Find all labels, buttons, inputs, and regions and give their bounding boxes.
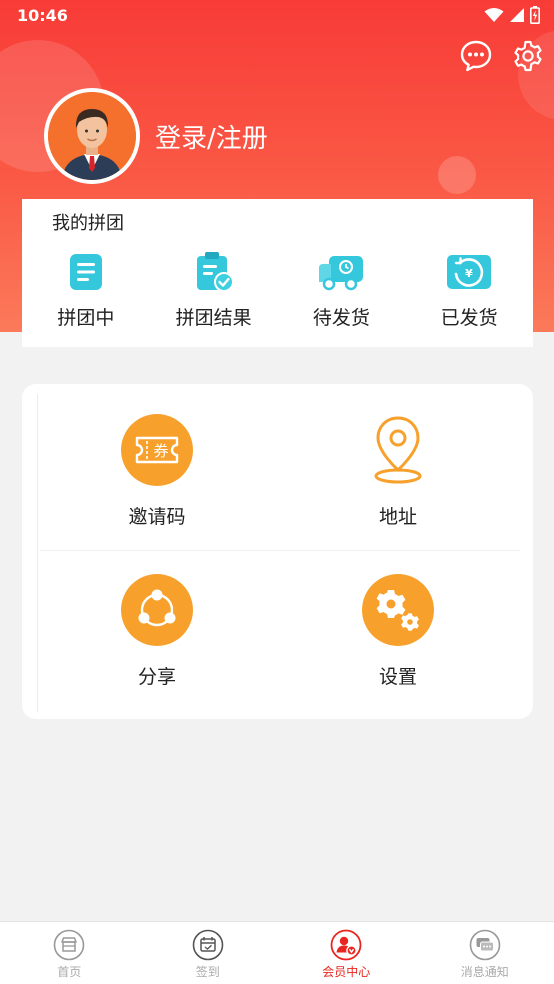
- menu-divider-horizontal: [40, 550, 520, 551]
- delivery-truck-icon: [316, 251, 366, 293]
- member-icon: [330, 929, 362, 961]
- calendar-check-icon: [192, 929, 224, 961]
- menu-item-settings[interactable]: 设置: [278, 574, 518, 689]
- service-menu-card: 券 邀请码 地址 分享 设置: [22, 384, 533, 719]
- nav-label: 首页: [57, 965, 82, 979]
- group-item-label: 待发货: [312, 307, 370, 329]
- menu-item-invite-code[interactable]: 券 邀请码: [37, 414, 277, 529]
- nav-item-checkin[interactable]: 签到: [139, 922, 278, 984]
- menu-item-label: 地址: [378, 506, 417, 528]
- group-item-label: 拼团中: [57, 307, 115, 329]
- battery-icon: [530, 6, 540, 24]
- group-item-in-progress[interactable]: 拼团中: [22, 251, 150, 335]
- svg-text:¥: ¥: [465, 267, 473, 280]
- status-icons: [484, 6, 540, 24]
- nav-label: 签到: [195, 965, 220, 979]
- document-icon: [61, 251, 111, 293]
- my-group-card: 我的拼团 拼团中 拼团结果 待发货 ¥ 已发货: [22, 199, 533, 347]
- menu-item-label: 分享: [137, 666, 176, 688]
- settings-gear-icon[interactable]: [510, 38, 546, 74]
- nav-item-home[interactable]: 首页: [0, 922, 139, 984]
- login-register-link[interactable]: 登录/注册: [155, 118, 268, 155]
- group-item-result[interactable]: 拼团结果: [150, 251, 278, 335]
- member-center-screen: 10:46 登录/注册 我的拼团 拼团中 拼团结果 待发货 ¥ 已发货 券 邀请…: [0, 0, 554, 984]
- coupon-icon-text: 券: [153, 442, 168, 460]
- nav-label: 会员中心: [322, 965, 371, 979]
- menu-item-label: 设置: [378, 666, 417, 688]
- status-time: 10:46: [17, 5, 68, 25]
- bottom-nav: 首页 签到 会员中心 消息通知: [0, 921, 554, 984]
- decor-bubble: [438, 156, 476, 194]
- group-item-label: 拼团结果: [175, 307, 252, 329]
- menu-item-label: 邀请码: [128, 506, 186, 528]
- status-bar: 10:46: [0, 0, 554, 30]
- menu-item-address[interactable]: 地址: [278, 414, 518, 529]
- share-icon: [121, 574, 193, 646]
- menu-item-share[interactable]: 分享: [37, 574, 277, 689]
- message-icon[interactable]: [458, 38, 494, 74]
- group-item-label: 已发货: [440, 307, 498, 329]
- coupon-icon: 券: [121, 414, 193, 486]
- group-item-shipped[interactable]: ¥ 已发货: [405, 251, 533, 335]
- store-icon: [53, 929, 85, 961]
- nav-item-notifications[interactable]: 消息通知: [416, 922, 554, 984]
- yuan-refresh-icon: ¥: [444, 251, 494, 293]
- signal-icon: [510, 8, 524, 22]
- nav-item-member-center[interactable]: 会员中心: [277, 922, 416, 984]
- group-card-title: 我的拼团: [52, 213, 124, 234]
- location-pin-icon: [362, 414, 434, 486]
- group-items: 拼团中 拼团结果 待发货 ¥ 已发货: [22, 251, 533, 335]
- wifi-icon: [484, 8, 504, 22]
- clipboard-check-icon: [189, 251, 239, 293]
- avatar[interactable]: [44, 88, 140, 184]
- gears-icon: [362, 574, 434, 646]
- chat-icon: [469, 929, 501, 961]
- group-item-pending-shipment[interactable]: 待发货: [278, 251, 406, 335]
- nav-label: 消息通知: [460, 965, 509, 979]
